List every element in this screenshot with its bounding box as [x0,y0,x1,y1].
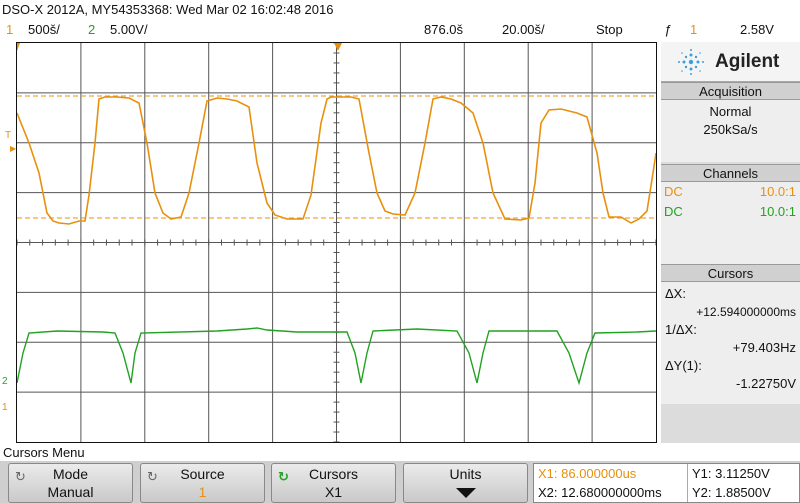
softkey-menu-title: Cursors Menu [3,445,85,460]
waveform-svg [17,43,656,442]
cursor-readout: X1: 86.000000us X2: 12.680000000ms Y1: 3… [533,463,800,503]
x1-readout: X1: 86.000000us [538,466,637,481]
delta-x-label: ΔX: [665,286,686,301]
ch1-number[interactable]: 1 [6,22,13,37]
status-bar: 1 500š/ 2 5.00V/ 876.0š 20.00š/ Stop ƒ 1… [0,22,800,40]
top-trigger-marker-center [334,43,342,51]
cursors-section[interactable]: Cursors ΔX: +12.594000000ms 1/ΔX: +79.40… [661,264,800,404]
mode-softkey[interactable]: ↻ Mode Manual [8,463,133,503]
delta-x-value: +12.594000000ms [696,305,796,319]
trigger-edge-icon: ƒ [664,22,672,37]
cursors-value: X1 [324,484,343,500]
ch2-number[interactable]: 2 [88,22,95,37]
time-scale[interactable]: 20.00š/ [502,22,545,37]
channel-row[interactable]: DC 10.0:1 [661,203,800,223]
source-label: Source [180,466,225,482]
mode-value: Manual [47,484,94,500]
submenu-arrow-icon [456,488,476,498]
inv-delta-x-value: +79.403Hz [732,340,796,355]
readout-divider [687,464,688,502]
acquisition-section[interactable]: Acquisition Normal 250kSa/s [661,82,800,162]
mode-label: Mode [52,466,89,482]
ch1-coupling: DC [664,184,683,199]
right-info-panel: Agilent Acquisition Normal 250kSa/s Chan… [661,42,800,443]
x2-readout: X2: 12.680000000ms [538,485,662,500]
ch1-ground-marker[interactable]: 1 [2,402,8,413]
channels-section[interactable]: Channels DC 10.0:1 DC 10.0:1 [661,164,800,264]
cursors-title: Cursors [661,264,800,282]
graticule [17,43,656,442]
instrument-title: DSO-X 2012A, MY54353368: Wed Mar 02 16:0… [2,2,334,17]
channels-title: Channels [661,164,800,182]
units-label: Units [449,466,482,482]
cursors-label: Cursors [308,466,358,482]
trigger-level[interactable]: 2.58V [740,22,774,37]
top-trigger-marker-left [17,43,20,51]
brand-header: Agilent [661,42,800,82]
acquisition-mode: Normal [709,104,752,119]
ch2-ground-marker[interactable]: 2 [2,376,8,387]
source-value: 1 [198,484,207,500]
y1-readout: Y1: 3.11250V [692,466,770,481]
cursors-softkey[interactable]: ↻ Cursors X1 [271,463,396,503]
ch1-probe: 10.0:1 [759,184,796,199]
ch1-scale[interactable]: 500š/ [28,22,60,37]
delta-y-value: -1.22750V [736,376,796,391]
channel-row[interactable]: DC 10.0:1 [661,183,800,203]
y2-readout: Y2: 1.88500V [692,485,771,500]
acquisition-rate: 250kSa/s [703,122,758,137]
brand-name: Agilent [715,51,780,72]
delta-y-label: ΔY(1): [665,358,702,373]
run-state[interactable]: Stop [596,22,623,37]
agilent-spark-icon [678,49,704,75]
acquisition-title: Acquisition [661,82,800,100]
inv-delta-x-label: 1/ΔX: [665,322,697,337]
units-softkey[interactable]: Units [403,463,528,503]
ch2-coupling: DC [664,204,683,219]
source-softkey[interactable]: ↻ Source 1 [140,463,265,503]
scope-header: DSO-X 2012A, MY54353368: Wed Mar 02 16:0… [0,2,660,20]
ch2-probe: 10.0:1 [759,204,796,219]
waveform-display[interactable] [16,42,657,443]
trigger-source[interactable]: 1 [690,22,697,37]
trigger-level-marker: T [5,130,12,141]
time-delay[interactable]: 876.0š [424,22,463,37]
ch2-scale[interactable]: 5.00V/ [110,22,148,37]
